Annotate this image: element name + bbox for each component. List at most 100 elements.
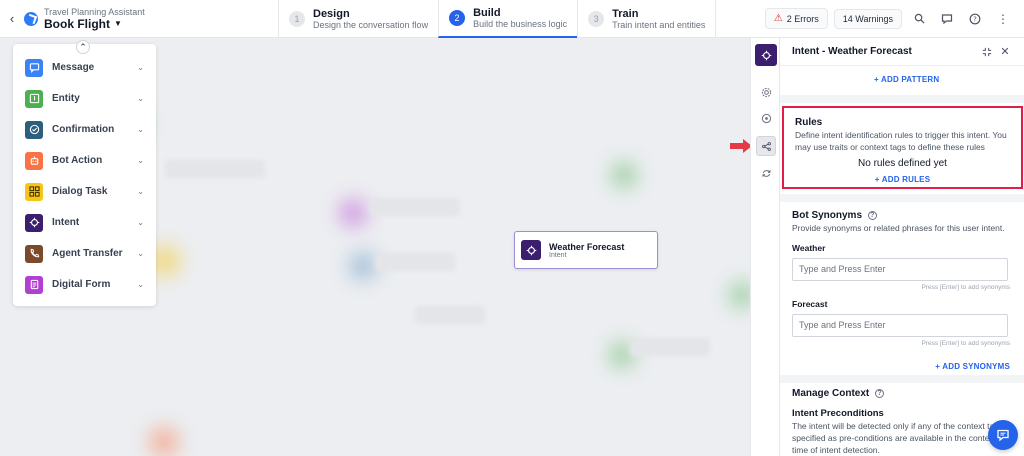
more-options-icon[interactable]: ⋮: [992, 8, 1014, 30]
chevron-down-icon: ⌄: [137, 94, 144, 103]
palette-item-intent[interactable]: Intent ⌄: [13, 207, 156, 238]
preconditions-description: The intent will be detected only if any …: [792, 421, 1006, 455]
add-pattern-link[interactable]: + ADD PATTERN: [874, 75, 939, 84]
app-logo-icon: [24, 11, 38, 26]
palette-item-dialog-task[interactable]: Dialog Task ⌄: [13, 176, 156, 207]
chat-support-button[interactable]: [988, 420, 1018, 450]
palette-item-label: Confirmation: [52, 124, 115, 135]
step-train[interactable]: 3 Train Train intent and entities: [577, 0, 717, 38]
collapse-chevron-icon[interactable]: ⌃: [76, 40, 90, 54]
caret-down-icon: ▼: [114, 19, 122, 28]
intent-node-weather-forecast[interactable]: Weather Forecast Intent: [514, 231, 658, 269]
step-number: 3: [588, 10, 605, 27]
step-number: 1: [289, 10, 305, 27]
chat-icon[interactable]: [936, 8, 958, 30]
blurred-node: [340, 200, 366, 226]
bot-synonyms-section: Bot Synonyms ? Provide synonyms or relat…: [792, 210, 1010, 372]
palette-item-agent-transfer[interactable]: Agent Transfer ⌄: [13, 238, 156, 269]
palette-item-message[interactable]: Message ⌄: [13, 52, 156, 83]
step-desc: Train intent and entities: [612, 19, 706, 30]
blurred-node: [370, 198, 460, 216]
help-circle-icon[interactable]: ?: [867, 210, 877, 220]
section-divider: [780, 95, 1024, 103]
chevron-down-icon: ⌄: [137, 63, 144, 72]
entity-icon: [25, 89, 43, 108]
palette-item-label: Entity: [52, 93, 80, 104]
rules-description: Define intent identification rules to tr…: [795, 130, 1007, 152]
node-palette: ⌃ Message ⌄ Entity ⌄ Confirmation ⌄ Bot …: [13, 40, 156, 306]
svg-text:?: ?: [973, 15, 977, 23]
chevron-down-icon: ⌄: [137, 218, 144, 227]
message-icon: [25, 58, 43, 77]
intent-icon: [521, 240, 541, 260]
chevron-down-icon: ⌄: [137, 249, 144, 258]
workflow-steps: 1 Design Design the conversation flow 2 …: [278, 0, 717, 38]
warnings-label: 14 Warnings: [842, 13, 893, 24]
context-title: Manage Context: [792, 388, 870, 399]
preconditions-title: Intent Preconditions: [792, 408, 884, 419]
palette-item-entity[interactable]: Entity ⌄: [13, 83, 156, 114]
properties-rail: [750, 38, 780, 456]
add-rules-link[interactable]: + ADD RULES: [875, 175, 930, 184]
blurred-node: [612, 163, 636, 187]
search-icon[interactable]: [908, 8, 930, 30]
synonym-input-weather[interactable]: [792, 257, 1008, 281]
step-build[interactable]: 2 Build Build the business logic: [438, 0, 578, 38]
warning-triangle-icon: ⚠: [773, 13, 783, 24]
digital-form-icon: [25, 275, 43, 294]
palette-item-confirmation[interactable]: Confirmation ⌄: [13, 114, 156, 145]
intent-icon: [755, 44, 777, 66]
palette-item-label: Dialog Task: [52, 186, 108, 197]
project-title[interactable]: Book Flight ▼: [44, 17, 274, 31]
panel-header: Intent - Weather Forecast ✕: [780, 38, 1024, 66]
sync-icon[interactable]: [756, 163, 776, 183]
step-desc: Design the conversation flow: [313, 19, 429, 30]
target-icon[interactable]: [756, 108, 776, 128]
help-circle-icon[interactable]: ?: [875, 388, 885, 398]
synonyms-title: Bot Synonyms: [792, 210, 863, 221]
confirmation-icon: [25, 120, 43, 139]
chat-bubble-icon: [997, 429, 1009, 442]
blurred-node: [415, 306, 485, 324]
manage-context-section: Manage Context ? Intent Preconditions Th…: [792, 388, 1010, 456]
blurred-node: [350, 253, 376, 279]
bot-action-icon: [25, 151, 43, 170]
help-icon[interactable]: ?: [964, 8, 986, 30]
synonyms-heading: Bot Synonyms ?: [792, 210, 1010, 221]
blurred-node: [165, 160, 265, 178]
project-title-label: Book Flight: [44, 16, 110, 31]
palette-item-label: Digital Form: [52, 279, 111, 290]
connections-icon[interactable]: [756, 136, 776, 156]
errors-label: 2 Errors: [786, 13, 819, 24]
top-actions: ⚠ 2 Errors 14 Warnings ? ⋮: [764, 8, 1024, 30]
back-arrow-icon[interactable]: ‹: [0, 11, 24, 26]
errors-button[interactable]: ⚠ 2 Errors: [764, 8, 828, 29]
intent-properties-panel: Intent - Weather Forecast ✕ + ADD PATTER…: [780, 38, 1024, 456]
intent-icon: [25, 213, 43, 232]
synonym-label-weather: Weather: [792, 242, 826, 253]
top-bar: ‹ Travel Planning Assistant Book Flight …: [0, 0, 1024, 38]
step-design[interactable]: 1 Design Design the conversation flow: [278, 0, 438, 38]
minimize-icon[interactable]: [978, 43, 996, 61]
step-label: Train: [612, 7, 639, 20]
add-synonyms-link[interactable]: + ADD SYNONYMS: [935, 362, 1010, 371]
synonyms-description: Provide synonyms or related phrases for …: [792, 223, 1005, 233]
synonym-input-forecast[interactable]: [792, 313, 1008, 337]
close-icon[interactable]: ✕: [996, 43, 1014, 61]
blurred-node: [630, 338, 710, 356]
section-divider: [780, 194, 1024, 202]
panel-title: Intent - Weather Forecast: [792, 46, 912, 57]
node-subtitle: Intent: [549, 251, 567, 259]
chevron-down-icon: ⌄: [137, 280, 144, 289]
project-selector[interactable]: Travel Planning Assistant Book Flight ▼: [44, 7, 274, 31]
settings-gear-icon[interactable]: [756, 82, 776, 102]
warnings-button[interactable]: 14 Warnings: [833, 8, 902, 29]
node-title: Weather Forecast: [549, 241, 625, 252]
rules-title: Rules: [795, 117, 823, 128]
section-divider: [780, 375, 1024, 383]
palette-item-label: Message: [52, 62, 95, 73]
synonym-hint: Press [Enter] to add synonyms: [921, 339, 1010, 347]
palette-item-bot-action[interactable]: Bot Action ⌄: [13, 145, 156, 176]
context-heading: Manage Context ?: [792, 388, 1010, 399]
palette-item-digital-form[interactable]: Digital Form ⌄: [13, 269, 156, 300]
